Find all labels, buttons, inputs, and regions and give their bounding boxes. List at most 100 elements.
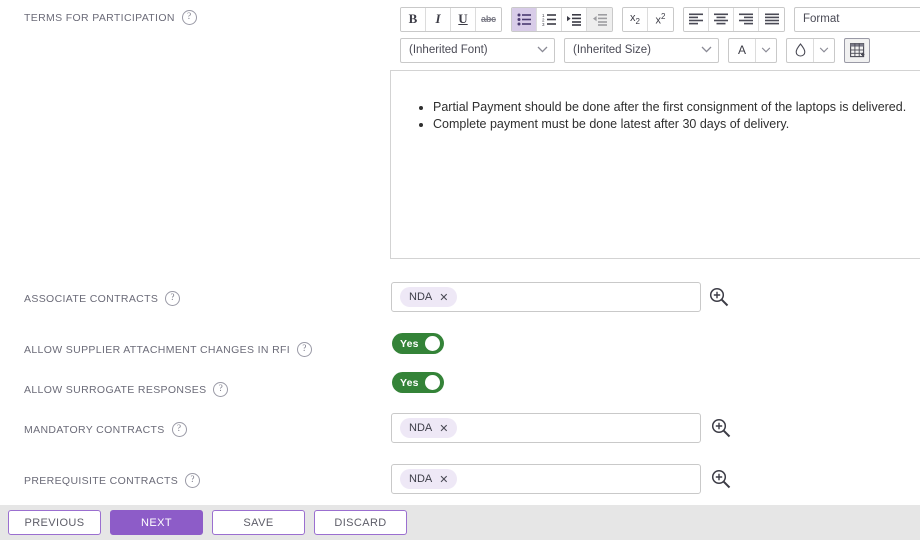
magnifier-plus-icon — [710, 468, 732, 490]
text-style-group: B I U abc — [400, 7, 502, 32]
label-text: TERMS FOR PARTICIPATION — [24, 12, 175, 24]
tag-chip: NDA ✕ — [400, 418, 457, 438]
align-center-icon — [714, 13, 728, 25]
editor-toolbar-row-2: (Inherited Font) (Inherited Size) A — [400, 37, 870, 63]
italic-icon: I — [435, 11, 440, 27]
label-allow-supplier-attachment-changes: ALLOW SUPPLIER ATTACHMENT CHANGES IN RFI… — [24, 342, 312, 357]
allow-supplier-attachment-changes-toggle[interactable]: Yes — [392, 333, 444, 354]
font-size-value: (Inherited Size) — [573, 44, 651, 56]
label-mandatory-contracts: MANDATORY CONTRACTS ? — [24, 422, 187, 437]
superscript-button[interactable]: x2 — [648, 8, 673, 31]
align-justify-icon — [765, 13, 779, 25]
tag-remove-icon[interactable]: ✕ — [439, 423, 448, 434]
help-icon[interactable]: ? — [165, 291, 180, 306]
background-color-split-button — [786, 38, 835, 63]
help-icon[interactable]: ? — [185, 473, 200, 488]
previous-button[interactable]: PREVIOUS — [8, 510, 101, 535]
toggle-knob — [425, 336, 440, 351]
strikethrough-icon: abc — [481, 14, 496, 24]
list-indent-group: 1 2 3 — [511, 7, 613, 32]
numbered-list-button[interactable]: 1 2 3 — [537, 8, 562, 31]
rich-text-editor: B I U abc — [390, 0, 920, 260]
save-button[interactable]: SAVE — [212, 510, 305, 535]
bold-button[interactable]: B — [401, 8, 426, 31]
chevron-down-icon — [537, 45, 548, 56]
list-item: Partial Payment should be done after the… — [433, 99, 920, 116]
tag-remove-icon[interactable]: ✕ — [439, 474, 448, 485]
editor-content-area[interactable]: Partial Payment should be done after the… — [390, 70, 920, 259]
help-icon[interactable]: ? — [213, 382, 228, 397]
editor-toolbar: B I U abc — [390, 0, 920, 70]
format-dropdown[interactable]: Format — [794, 7, 920, 32]
discard-button[interactable]: DISCARD — [314, 510, 407, 535]
toggle-label: Yes — [400, 377, 419, 389]
background-color-dropdown-button[interactable] — [814, 39, 834, 62]
tag-remove-icon[interactable]: ✕ — [439, 292, 448, 303]
text-color-button[interactable]: A — [729, 39, 756, 62]
chevron-down-icon — [819, 47, 829, 53]
allow-surrogate-responses-toggle[interactable]: Yes — [392, 372, 444, 393]
bold-icon: B — [409, 11, 418, 27]
help-icon[interactable]: ? — [172, 422, 187, 437]
outdent-icon — [593, 13, 607, 26]
label-allow-surrogate-responses: ALLOW SURROGATE RESPONSES ? — [24, 382, 228, 397]
align-center-button[interactable] — [709, 8, 734, 31]
next-button[interactable]: NEXT — [110, 510, 203, 535]
outdent-button[interactable] — [587, 8, 612, 31]
alignment-group — [683, 7, 785, 32]
underline-icon: U — [458, 11, 467, 27]
tag-chip: NDA ✕ — [400, 469, 457, 489]
subscript-icon: x2 — [630, 12, 640, 26]
text-color-dropdown-button[interactable] — [756, 39, 776, 62]
svg-text:3: 3 — [542, 22, 545, 26]
chevron-down-icon — [701, 45, 712, 56]
tag-chip: NDA ✕ — [400, 287, 457, 307]
text-color-split-button: A — [728, 38, 777, 63]
magnifier-plus-icon — [708, 286, 730, 308]
italic-button[interactable]: I — [426, 8, 451, 31]
label-prerequisite-contracts: PREREQUISITE CONTRACTS ? — [24, 473, 200, 488]
associate-contracts-search-button[interactable] — [708, 286, 730, 308]
strikethrough-button[interactable]: abc — [476, 8, 501, 31]
tag-label: NDA — [409, 422, 432, 434]
font-family-dropdown[interactable]: (Inherited Font) — [400, 38, 555, 63]
subscript-button[interactable]: x2 — [623, 8, 648, 31]
bulleted-list-icon — [517, 13, 531, 26]
label-text: ASSOCIATE CONTRACTS — [24, 293, 158, 305]
rfi-settings-page: TERMS FOR PARTICIPATION ? ASSOCIATE CONT… — [0, 0, 920, 540]
indent-icon — [567, 13, 581, 26]
list-item: Complete payment must be done latest aft… — [433, 116, 920, 133]
help-icon[interactable]: ? — [182, 10, 197, 25]
background-color-button[interactable] — [787, 39, 814, 62]
insert-table-button[interactable] — [844, 38, 870, 63]
table-icon — [850, 43, 865, 58]
underline-button[interactable]: U — [451, 8, 476, 31]
label-text: ALLOW SUPPLIER ATTACHMENT CHANGES IN RFI — [24, 344, 290, 356]
prerequisite-contracts-input[interactable]: NDA ✕ — [391, 464, 701, 494]
label-text: ALLOW SURROGATE RESPONSES — [24, 384, 206, 396]
text-color-icon: A — [738, 43, 746, 57]
align-left-button[interactable] — [684, 8, 709, 31]
tag-label: NDA — [409, 291, 432, 303]
font-family-value: (Inherited Font) — [409, 44, 488, 56]
magnifier-plus-icon — [710, 417, 732, 439]
toggle-label: Yes — [400, 338, 419, 350]
align-right-icon — [739, 13, 753, 25]
prerequisite-contracts-search-button[interactable] — [710, 468, 732, 490]
help-icon[interactable]: ? — [297, 342, 312, 357]
align-right-button[interactable] — [734, 8, 759, 31]
label-text: MANDATORY CONTRACTS — [24, 424, 165, 436]
align-justify-button[interactable] — [759, 8, 784, 31]
mandatory-contracts-input[interactable]: NDA ✕ — [391, 413, 701, 443]
editor-bullet-list: Partial Payment should be done after the… — [391, 99, 920, 133]
drop-icon — [795, 43, 806, 57]
mandatory-contracts-search-button[interactable] — [710, 417, 732, 439]
label-associate-contracts: ASSOCIATE CONTRACTS ? — [24, 291, 180, 306]
associate-contracts-input[interactable]: NDA ✕ — [391, 282, 701, 312]
format-dropdown-value: Format — [803, 13, 839, 25]
align-left-icon — [689, 13, 703, 25]
font-size-dropdown[interactable]: (Inherited Size) — [564, 38, 719, 63]
editor-toolbar-row-1: B I U abc — [400, 6, 920, 32]
bulleted-list-button[interactable] — [512, 8, 537, 31]
indent-button[interactable] — [562, 8, 587, 31]
